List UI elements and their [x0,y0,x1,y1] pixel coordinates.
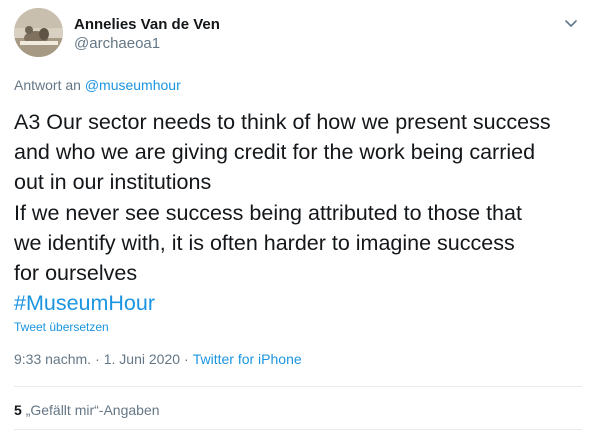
tweet-text-line: and who we are giving credit for the wor… [14,140,536,165]
tweet-time[interactable]: 9:33 nachm. [14,351,91,367]
author-name[interactable]: Annelies Van de Ven [74,16,220,33]
tweet-date[interactable]: 1. Juni 2020 [104,351,180,367]
reply-to-link[interactable]: @museumhour [85,77,181,93]
reply-context: Antwort an @museumhour [14,77,181,93]
divider [14,386,582,387]
meta-separator: · [184,351,189,367]
likes-count: 5 [14,402,22,418]
avatar[interactable] [14,8,63,57]
likes-stat[interactable]: 5 „Gefällt mir“-Angaben [14,402,160,418]
hashtag-link[interactable]: #MuseumHour [14,288,594,318]
divider [14,429,582,430]
tweet-text-line: for ourselves [14,261,138,286]
tweet-text-line: If we never see success being attributed… [14,200,522,225]
tweet-source-link[interactable]: Twitter for iPhone [193,351,302,367]
translate-tweet-link[interactable]: Tweet übersetzen [14,320,109,334]
tweet-meta: 9:33 nachm. · 1. Juni 2020 · Twitter for iPh… [14,351,302,367]
tweet-text-line: A3 Our sector needs to think of how we p… [14,110,551,134]
meta-separator: · [95,351,100,367]
tweet-card: Annelies Van de Ven @archaeoa1 Antwort a… [0,0,596,435]
avatar-photo-icon [14,8,63,57]
likes-label: „Gefällt mir“-Angaben [25,402,160,418]
chevron-down-icon[interactable] [562,14,580,32]
author-handle[interactable]: @archaeoa1 [74,35,160,52]
reply-prefix: Antwort an [14,77,85,93]
tweet-text: A3 Our sector needs to think of how we p… [14,107,594,318]
tweet-text-line: out in our institutions [14,170,212,195]
tweet-text-line: we identify with, it is often harder to … [14,230,515,255]
